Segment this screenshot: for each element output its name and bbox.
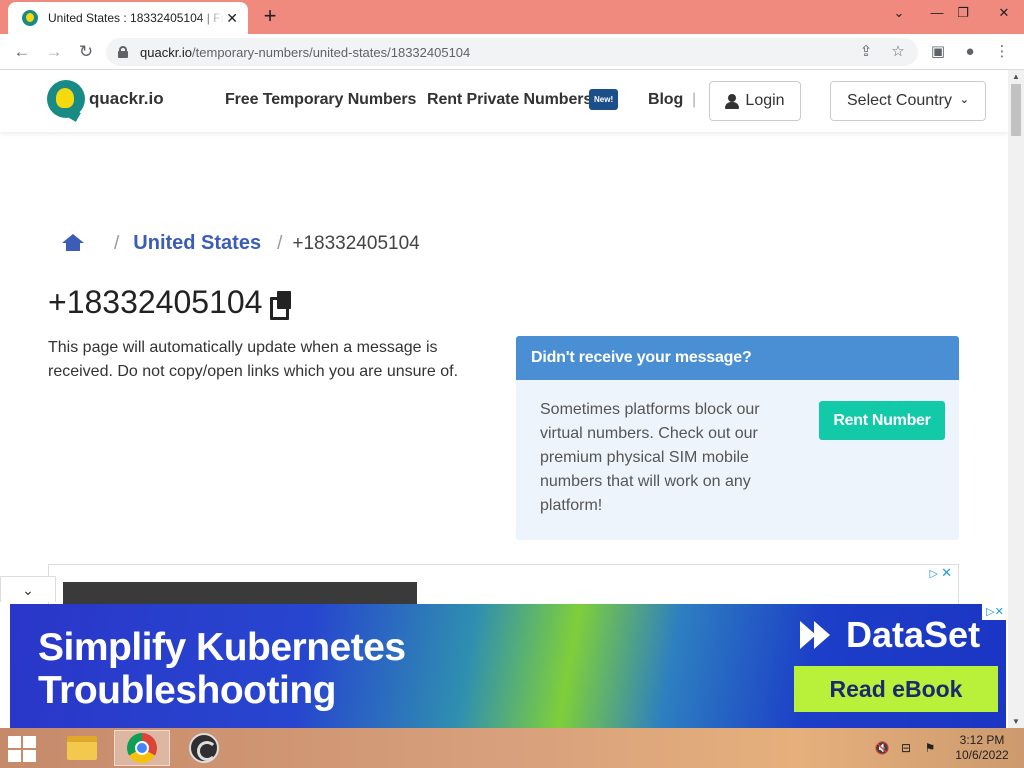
login-button[interactable]: Login: [709, 81, 801, 121]
windows-logo-pane: [8, 750, 21, 762]
nav-blog[interactable]: Blog: [648, 91, 683, 109]
action-center-icon[interactable]: ⚑: [922, 740, 938, 756]
new-badge: New!: [589, 89, 619, 110]
scrollbar-thumb[interactable]: [1011, 84, 1021, 136]
clock-time: 3:12 PM: [959, 733, 1005, 747]
ad-image[interactable]: [63, 582, 417, 604]
window-close-button[interactable]: ✕: [984, 0, 1024, 30]
chevron-down-icon: ⌄: [959, 94, 969, 106]
collapse-ad-button[interactable]: ⌄: [0, 576, 56, 602]
taskbar-obs[interactable]: [176, 730, 232, 766]
tab-close-icon[interactable]: ✕: [226, 10, 238, 27]
url-text: quackr.io/temporary-numbers/united-state…: [140, 44, 471, 60]
banner-adchoices-icon[interactable]: ▷✕: [982, 604, 1008, 620]
page-scrollbar[interactable]: ▲ ▼: [1008, 70, 1024, 728]
breadcrumb: / United States / +18332405104: [62, 232, 420, 255]
country-select-value: Select Country: [847, 92, 952, 109]
banner-headline: Simplify Kubernetes Troubleshooting: [38, 626, 406, 712]
copy-icon[interactable]: [270, 290, 292, 320]
back-arrow-icon[interactable]: ←: [10, 40, 34, 64]
folder-icon: [67, 736, 97, 760]
country-select[interactable]: Select Country ⌄: [830, 81, 986, 121]
network-icon[interactable]: ⊟: [898, 740, 914, 756]
rent-number-card: Didn't receive your message? Sometimes p…: [516, 336, 959, 540]
new-tab-button[interactable]: +: [258, 4, 282, 28]
user-icon: [725, 93, 740, 109]
share-icon[interactable]: ⇪: [856, 42, 876, 62]
volume-muted-icon[interactable]: 🔇: [874, 740, 890, 756]
address-bar[interactable]: quackr.io/temporary-numbers/united-state…: [106, 38, 918, 66]
browser-tab[interactable]: United States : 18332405104 | Free ✕: [8, 2, 248, 34]
scroll-down-icon[interactable]: ▼: [1008, 717, 1024, 726]
auto-update-notice: This page will automatically update when…: [48, 339, 459, 380]
rent-number-button[interactable]: Rent Number: [819, 401, 945, 440]
reload-icon[interactable]: ↻: [74, 40, 98, 64]
scroll-up-icon[interactable]: ▲: [1008, 72, 1024, 81]
home-icon[interactable]: [62, 234, 84, 253]
profile-avatar-icon[interactable]: ●: [960, 42, 980, 62]
duck-logo-icon: [47, 80, 85, 118]
read-ebook-button[interactable]: Read eBook: [794, 666, 998, 712]
windows-logo-pane: [23, 736, 36, 748]
browser-tab-strip: United States : 18332405104 | Free ✕ + ⌄…: [0, 0, 1024, 34]
breadcrumb-separator: /: [114, 232, 120, 254]
site-logo[interactable]: quackr.io: [47, 80, 164, 118]
page-viewport: quackr.io Free Temporary Numbers Rent Pr…: [0, 70, 1008, 728]
browser-menu-icon[interactable]: ⋮: [992, 42, 1012, 62]
tab-title: United States : 18332405104 | Free: [48, 11, 224, 25]
browser-toolbar: ← → ↻ quackr.io/temporary-numbers/united…: [0, 34, 1024, 70]
site-favicon-icon: [22, 10, 38, 26]
banner-brand: DataSet: [800, 614, 980, 656]
login-label: Login: [745, 92, 785, 109]
windows-logo-icon: [8, 736, 21, 748]
taskbar-chrome[interactable]: [114, 730, 170, 766]
inline-ad[interactable]: ▷ ✕: [48, 564, 959, 604]
breadcrumb-country-link[interactable]: United States: [133, 232, 261, 255]
lock-icon[interactable]: [118, 46, 128, 58]
banner-brand-name: DataSet: [846, 614, 981, 655]
ad-close-icon[interactable]: ✕: [941, 565, 952, 581]
chrome-icon: [127, 733, 157, 763]
clock-date: 10/6/2022: [955, 748, 1009, 762]
windows-taskbar: 🔇 ⊟ ⚑ 3:12 PM 10/6/2022: [0, 728, 1024, 768]
dataset-logo-icon: [800, 618, 834, 652]
page-title: +18332405104: [48, 284, 292, 321]
site-header: quackr.io Free Temporary Numbers Rent Pr…: [0, 70, 1008, 132]
obs-icon: [189, 733, 219, 763]
rent-card-body: Sometimes platforms block our virtual nu…: [540, 401, 760, 514]
banner-ad[interactable]: Simplify Kubernetes Troubleshooting Data…: [10, 604, 1006, 728]
banner-headline-line2: Troubleshooting: [38, 669, 336, 712]
tab-search-icon[interactable]: ⌄: [882, 0, 916, 30]
nav-separator: |: [692, 91, 697, 108]
forward-arrow-icon[interactable]: →: [42, 40, 66, 64]
breadcrumb-separator: /: [277, 232, 283, 254]
rent-card-heading: Didn't receive your message?: [516, 336, 959, 380]
logo-text: quackr.io: [89, 89, 164, 108]
taskbar-file-explorer[interactable]: [54, 730, 110, 766]
breadcrumb-current: +18332405104: [292, 232, 420, 254]
adchoices-icon[interactable]: ▷: [930, 567, 938, 580]
start-button[interactable]: [8, 736, 38, 762]
nav-free-temporary-numbers[interactable]: Free Temporary Numbers: [225, 91, 416, 109]
bookmark-star-icon[interactable]: ☆: [888, 42, 908, 62]
side-panel-icon[interactable]: ▣: [928, 42, 948, 62]
nav-rent-private-numbers[interactable]: Rent Private Numbers: [427, 91, 592, 109]
windows-logo-pane: [23, 750, 36, 762]
banner-headline-line1: Simplify Kubernetes: [38, 626, 406, 669]
restore-button[interactable]: ❐: [946, 0, 980, 30]
phone-number-title: +18332405104: [48, 284, 263, 320]
taskbar-clock[interactable]: 3:12 PM 10/6/2022: [950, 733, 1014, 763]
